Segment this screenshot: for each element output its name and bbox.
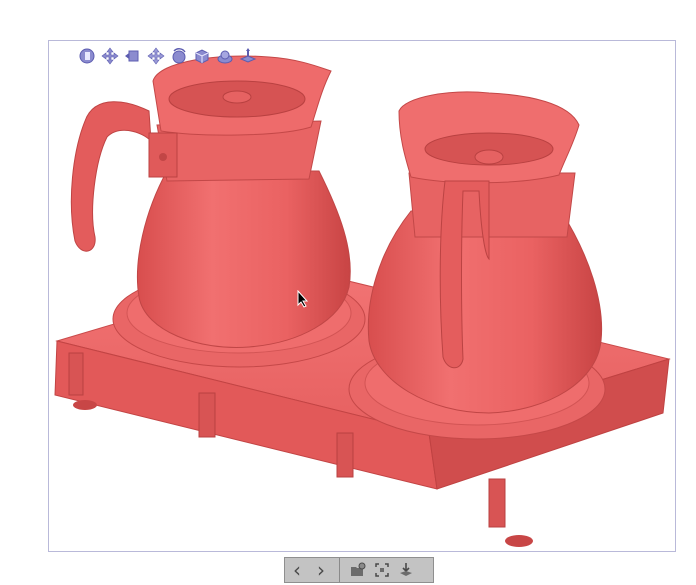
left-pitcher <box>70 55 351 349</box>
top-view-icon <box>239 48 257 63</box>
bottom-toolbar: ‹ › <box>284 557 434 583</box>
side-view-icon <box>125 50 139 62</box>
download-button[interactable] <box>394 558 418 582</box>
pan-icon <box>147 47 165 65</box>
orbit-button[interactable] <box>215 46 235 66</box>
box-view-button[interactable] <box>192 46 212 66</box>
top-view-button[interactable] <box>238 46 258 66</box>
front-view-icon <box>79 48 95 64</box>
next-button[interactable]: › <box>309 558 333 582</box>
fit-view-icon <box>375 563 389 577</box>
3d-viewport[interactable] <box>48 40 676 552</box>
move-button[interactable] <box>100 46 120 66</box>
previous-icon: ‹ <box>293 558 301 582</box>
move-icon <box>101 47 119 65</box>
front-view-button[interactable] <box>77 46 97 66</box>
next-icon: › <box>317 558 325 582</box>
side-view-button[interactable] <box>123 46 143 66</box>
view-tools-bar <box>77 45 258 67</box>
rotate-icon <box>172 48 186 64</box>
right-pitcher <box>367 91 603 414</box>
pan-button[interactable] <box>146 46 166 66</box>
orbit-icon <box>217 50 233 64</box>
open-model-icon <box>351 562 366 576</box>
fit-view-button[interactable] <box>370 558 394 582</box>
download-icon <box>400 563 412 576</box>
previous-button[interactable]: ‹ <box>285 558 309 582</box>
open-model-button[interactable] <box>346 558 370 582</box>
toolbar-divider <box>339 558 340 582</box>
box-view-icon <box>195 49 209 64</box>
rotate-button[interactable] <box>169 46 189 66</box>
model-scene[interactable] <box>49 41 676 552</box>
